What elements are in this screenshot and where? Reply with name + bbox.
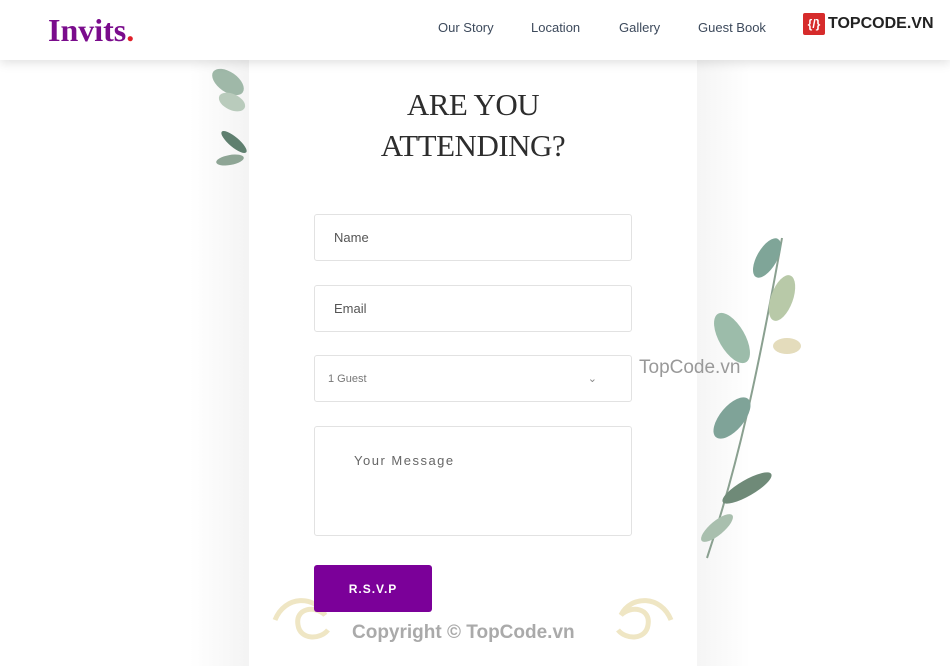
leaf-decoration-top-left [212,68,247,166]
logo[interactable]: Invits. [48,12,134,49]
logo-text: Invits [48,12,127,48]
nav-our-story[interactable]: Our Story [438,20,494,35]
guests-select[interactable]: 1 Guest ⌄ [314,355,632,402]
title-line-1: ARE YOU [406,87,540,122]
chevron-down-icon: ⌄ [587,373,597,385]
email-input[interactable]: Email [314,285,632,332]
watermark-logo: {/} TOPCODE.VN [803,13,934,35]
message-textarea[interactable]: Your Message [314,426,632,536]
watermark-logo-text: TOPCODE.VN [828,15,934,32]
ornament-bottom-right [616,598,674,640]
name-placeholder: Name [334,230,369,245]
nav-guest-book[interactable]: Guest Book [698,20,766,35]
leaf-decoration-right [701,237,801,559]
name-input[interactable]: Name [314,214,632,261]
watermark-footer: Copyright © TopCode.vn [352,622,575,643]
nav-gallery[interactable]: Gallery [619,20,660,35]
email-placeholder: Email [334,301,367,316]
watermark-center: TopCode.vn [639,357,741,378]
title-line-2: ATTENDING? [380,128,566,163]
message-placeholder: Your Message [354,453,455,468]
guests-value: 1 Guest [328,372,367,385]
logo-dot: . [126,12,135,48]
code-icon: {/} [803,13,825,35]
nav-location[interactable]: Location [531,20,580,35]
page-title: ARE YOU ATTENDING? [249,84,697,166]
rsvp-submit-button[interactable]: R.S.V.P [314,565,432,612]
header: Invits. Our Story Location Gallery Guest… [0,0,950,60]
